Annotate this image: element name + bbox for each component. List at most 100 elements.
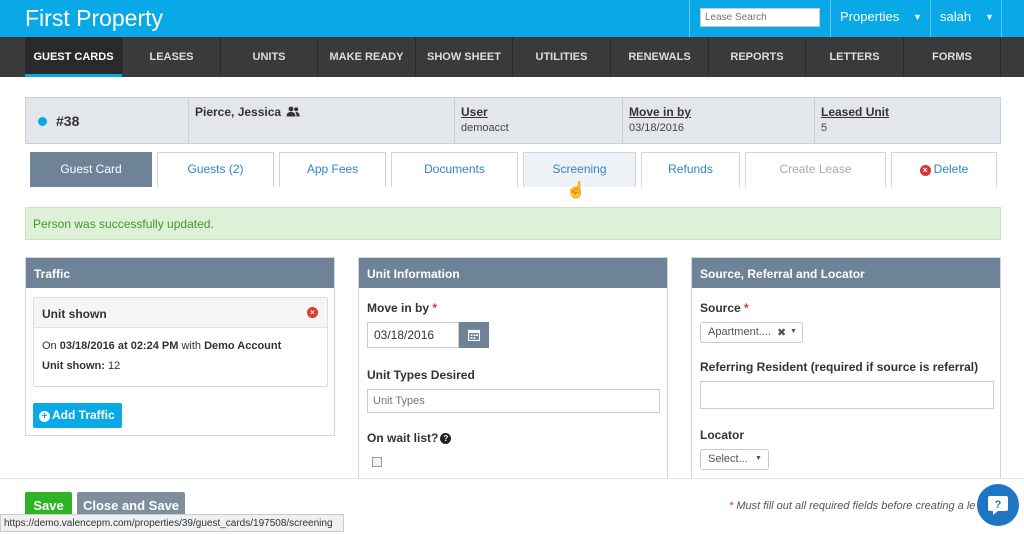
traffic-on-text: On xyxy=(42,340,57,352)
add-traffic-label: Add Traffic xyxy=(52,408,115,422)
success-alert: Person was successfully updated. xyxy=(25,207,1001,240)
unit-info-panel-title: Unit Information xyxy=(359,258,667,288)
unit-types-input[interactable] xyxy=(367,389,660,413)
move-in-label[interactable]: Move in by xyxy=(629,105,808,119)
tab-documents[interactable]: Documents xyxy=(391,152,518,187)
leased-unit-cell: Leased Unit 5 xyxy=(814,98,1000,143)
required-note-text: Must fill out all required fields before… xyxy=(736,500,976,512)
tab-delete[interactable]: × Delete xyxy=(891,152,997,187)
source-select[interactable]: Apartment.... ✖ ▼ xyxy=(700,322,803,343)
traffic-unit-line: Unit shown: 12 xyxy=(42,360,120,372)
locator-select-value: Select... xyxy=(708,453,748,465)
close-circle-icon: × xyxy=(919,165,931,176)
nav-utilities[interactable]: UTILITIES xyxy=(513,37,611,77)
nav-leases[interactable]: LEASES xyxy=(123,37,221,77)
guest-card-header: #38 Pierce, Jessica User demoacct Move i… xyxy=(25,97,1001,144)
guest-card-number: #38 xyxy=(56,113,80,129)
app-title[interactable]: First Property xyxy=(25,5,163,32)
help-chat-button[interactable]: ? xyxy=(977,484,1019,526)
user-value: demoacct xyxy=(461,122,509,134)
header-divider xyxy=(689,0,690,37)
required-marker: * xyxy=(432,301,438,315)
traffic-unit-value: 12 xyxy=(108,360,121,372)
question-icon[interactable]: ? xyxy=(440,433,452,444)
delete-label: Delete xyxy=(933,162,969,176)
header-divider xyxy=(930,0,931,37)
chat-question-icon: ? xyxy=(988,496,1008,515)
move-in-date-input[interactable] xyxy=(367,322,459,348)
traffic-agent: Demo Account xyxy=(204,340,282,352)
referring-label: Referring Resident (required if source i… xyxy=(700,360,979,374)
tab-create-lease[interactable]: Create Lease xyxy=(745,152,886,187)
wait-list-label: On wait list?? xyxy=(367,431,452,445)
traffic-unit-label: Unit shown: xyxy=(42,360,105,372)
tab-refunds[interactable]: Refunds xyxy=(641,152,740,187)
status-bar-url: https://demo.valencepm.com/properties/39… xyxy=(0,514,344,532)
guest-name-cell: Pierce, Jessica xyxy=(188,98,453,143)
tab-guest-card[interactable]: Guest Card xyxy=(30,152,152,187)
source-field-label: Source * xyxy=(700,301,749,315)
top-bar: First Property Properties ▼ salah ▼ xyxy=(0,0,1024,37)
chevron-down-icon[interactable]: ▼ xyxy=(985,12,994,22)
remove-traffic-icon[interactable]: × xyxy=(307,307,318,318)
move-in-cell: Move in by 03/18/2016 xyxy=(622,98,814,143)
unit-info-panel: Unit Information Move in by * Unit Types… xyxy=(358,257,668,482)
properties-menu[interactable]: Properties xyxy=(840,9,899,24)
move-in-field-text: Move in by xyxy=(367,301,430,315)
required-marker: * xyxy=(729,500,734,512)
wait-list-text: On wait list? xyxy=(367,431,439,445)
group-icon xyxy=(286,106,301,117)
referring-resident-input[interactable] xyxy=(700,381,994,409)
traffic-entry-title: Unit shown xyxy=(34,298,327,328)
tab-guests[interactable]: Guests (2) xyxy=(157,152,274,187)
clear-icon[interactable]: ✖ xyxy=(777,326,786,339)
traffic-datetime: 03/18/2016 at 02:24 PM xyxy=(59,340,179,352)
nav-forms[interactable]: FORMS xyxy=(904,37,1001,77)
unit-types-label: Unit Types Desired xyxy=(367,368,475,382)
nav-guest-cards[interactable]: GUEST CARDS xyxy=(25,37,123,77)
traffic-panel-title: Traffic xyxy=(26,258,334,288)
svg-text:?: ? xyxy=(995,499,1002,511)
nav-renewals[interactable]: RENEWALS xyxy=(611,37,709,77)
tab-app-fees[interactable]: App Fees xyxy=(279,152,386,187)
source-label-text: Source xyxy=(700,301,741,315)
plus-icon: + xyxy=(39,411,50,422)
source-panel: Source, Referral and Locator Source * Ap… xyxy=(691,257,1001,482)
traffic-entry-detail: On 03/18/2016 at 02:24 PM with Demo Acco… xyxy=(42,340,281,352)
leased-unit-label[interactable]: Leased Unit xyxy=(821,105,994,119)
move-in-field-label: Move in by * xyxy=(367,301,437,315)
source-panel-title: Source, Referral and Locator xyxy=(692,258,1000,288)
calendar-icon xyxy=(468,329,480,341)
locator-label: Locator xyxy=(700,428,745,442)
chevron-down-icon: ▼ xyxy=(755,455,762,462)
header-divider xyxy=(830,0,831,37)
nav-make-ready[interactable]: MAKE READY xyxy=(318,37,416,77)
user-cell: User demoacct xyxy=(454,98,622,143)
move-in-value: 03/18/2016 xyxy=(629,122,685,134)
nav-reports[interactable]: REPORTS xyxy=(709,37,806,77)
nav-units[interactable]: UNITS xyxy=(221,37,318,77)
required-fields-note: * Must fill out all required fields befo… xyxy=(729,500,975,512)
leased-unit-value: 5 xyxy=(821,122,828,134)
nav-show-sheet[interactable]: SHOW SHEET xyxy=(416,37,513,77)
user-menu[interactable]: salah xyxy=(940,9,971,24)
chevron-down-icon[interactable]: ▼ xyxy=(913,12,922,22)
hand-pointer-icon: ☝ xyxy=(566,182,586,199)
user-label[interactable]: User xyxy=(461,105,616,119)
traffic-with-text: with xyxy=(181,340,202,352)
chevron-down-icon: ▼ xyxy=(790,328,797,335)
header-divider xyxy=(1001,0,1002,37)
traffic-panel: Traffic Unit shown × On 03/18/2016 at 02… xyxy=(25,257,335,436)
source-select-value: Apartment.... xyxy=(708,326,771,338)
main-nav: GUEST CARDS LEASES UNITS MAKE READY SHOW… xyxy=(0,37,1024,77)
locator-select[interactable]: Select... ▼ xyxy=(700,449,769,470)
add-traffic-button[interactable]: + Add Traffic xyxy=(33,403,122,428)
status-dot-icon xyxy=(38,117,47,126)
required-marker: * xyxy=(744,301,749,315)
wait-list-checkbox[interactable] xyxy=(372,457,382,467)
calendar-button[interactable] xyxy=(459,322,489,348)
traffic-entry: Unit shown × On 03/18/2016 at 02:24 PM w… xyxy=(33,297,328,387)
lease-search-input[interactable] xyxy=(700,8,820,27)
guest-name: Pierce, Jessica xyxy=(195,105,282,119)
nav-letters[interactable]: LETTERS xyxy=(806,37,904,77)
